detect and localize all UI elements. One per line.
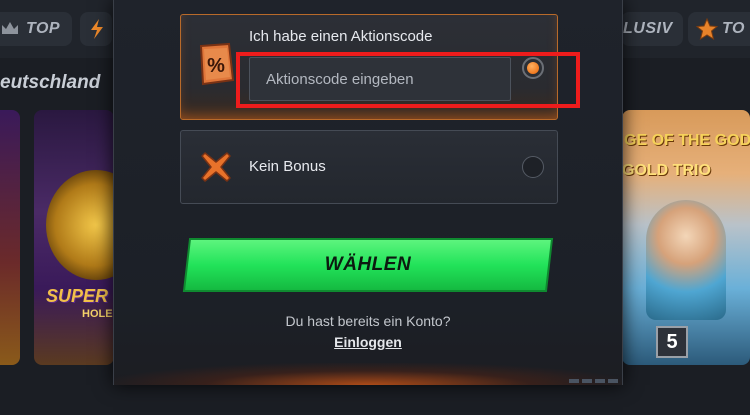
game-subtitle: HOLE bbox=[82, 308, 113, 320]
login-link-wrap: Einloggen bbox=[114, 334, 622, 352]
star-icon bbox=[696, 18, 718, 40]
nav-item-label: LUSIV bbox=[623, 20, 673, 37]
crown-icon bbox=[2, 22, 18, 34]
lightning-icon bbox=[91, 19, 103, 39]
select-button-label: WÄHLEN bbox=[324, 254, 412, 275]
nav-item-top[interactable]: TOP bbox=[0, 12, 72, 46]
percent-tag-icon: % bbox=[199, 42, 235, 86]
nav-item-exclusive[interactable]: LUSIV bbox=[621, 12, 683, 46]
nav-item-lightning[interactable] bbox=[80, 12, 112, 46]
select-button[interactable]: WÄHLEN bbox=[182, 237, 554, 293]
nav-item-label: TO bbox=[722, 20, 745, 37]
promo-option-title: Ich habe einen Aktionscode bbox=[249, 28, 433, 45]
account-hint: Du hast bereits ein Konto? bbox=[285, 313, 451, 329]
modal-bottom-glow bbox=[114, 363, 622, 385]
section-title: eutschland bbox=[0, 72, 101, 93]
game-card-super[interactable]: SUPER HOLE bbox=[34, 110, 114, 365]
game-subtitle: GOLD TRIO bbox=[622, 162, 711, 179]
promo-input-highlight bbox=[236, 52, 580, 108]
login-link[interactable]: Einloggen bbox=[334, 334, 402, 350]
x-mark-icon bbox=[201, 152, 231, 182]
no-bonus-title: Kein Bonus bbox=[249, 158, 326, 175]
modal-indicator bbox=[569, 379, 618, 383]
no-bonus-radio[interactable] bbox=[522, 156, 544, 178]
game-card[interactable] bbox=[0, 110, 20, 365]
game-title: SUPER bbox=[46, 286, 109, 306]
game-card-age-of-gods[interactable]: GE OF THE GODS GOLD TRIO 5 bbox=[622, 110, 750, 365]
nav-item-label: TOP bbox=[26, 20, 61, 37]
game-title: GE OF THE GODS bbox=[624, 132, 750, 149]
game-art bbox=[46, 170, 114, 280]
svg-text:%: % bbox=[207, 55, 225, 77]
no-bonus-option[interactable]: Kein Bonus bbox=[180, 130, 558, 204]
character-art bbox=[646, 200, 726, 320]
nav-item-top-games[interactable]: TO bbox=[688, 12, 750, 46]
badge-number: 5 bbox=[656, 326, 688, 358]
